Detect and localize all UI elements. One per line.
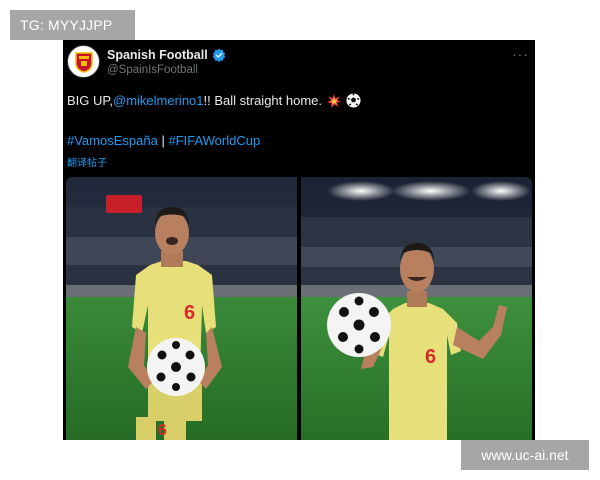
hashtag-fifa-world-cup[interactable]: #FIFAWorldCup xyxy=(168,133,260,148)
tweet-text-end: !! Ball straight home. xyxy=(203,93,323,108)
watermark-top: TG: MYYJJPP xyxy=(10,10,135,40)
photo-left-image: 6 6 xyxy=(66,177,297,440)
watermark-bottom: www.uc-ai.net xyxy=(461,440,589,470)
mention-link[interactable]: @mikelmerino1 xyxy=(113,93,204,108)
photo-left[interactable]: 6 6 xyxy=(66,177,297,440)
more-options-icon[interactable]: ··· xyxy=(512,46,529,62)
tweet-text: BIG UP, @mikelmerino1 !! Ball straight h… xyxy=(67,93,361,108)
display-name[interactable]: Spanish Football xyxy=(107,48,208,62)
author-row: Spanish Football xyxy=(107,47,226,63)
hashtag-separator: | xyxy=(157,133,169,148)
soccer-ball-emoji-icon xyxy=(346,93,361,108)
translate-post-link[interactable]: 翻译帖子 xyxy=(67,154,107,169)
svg-text:6: 6 xyxy=(184,302,195,324)
media-grid: 6 6 6 xyxy=(66,177,532,440)
photo-right[interactable]: 6 xyxy=(301,177,532,440)
page: TG: MYYJJPP Spanish Football @SpainIsFoo… xyxy=(0,0,600,480)
hashtags: #VamosEspaña | #FIFAWorldCup xyxy=(67,133,260,148)
svg-text:6: 6 xyxy=(425,346,436,368)
avatar[interactable] xyxy=(67,45,100,78)
verified-badge-icon xyxy=(212,48,225,62)
collision-emoji-icon xyxy=(327,93,342,108)
photo-right-image: 6 xyxy=(301,177,532,440)
hashtag-vamos-espana[interactable]: #VamosEspaña xyxy=(67,133,158,148)
svg-text:6: 6 xyxy=(158,422,167,439)
handle[interactable]: @SpainIsFootball xyxy=(107,64,198,76)
tweet-text-start: BIG UP, xyxy=(67,93,114,108)
tweet-card[interactable]: Spanish Football @SpainIsFootball ··· BI… xyxy=(63,40,535,440)
crest-icon xyxy=(75,52,93,73)
